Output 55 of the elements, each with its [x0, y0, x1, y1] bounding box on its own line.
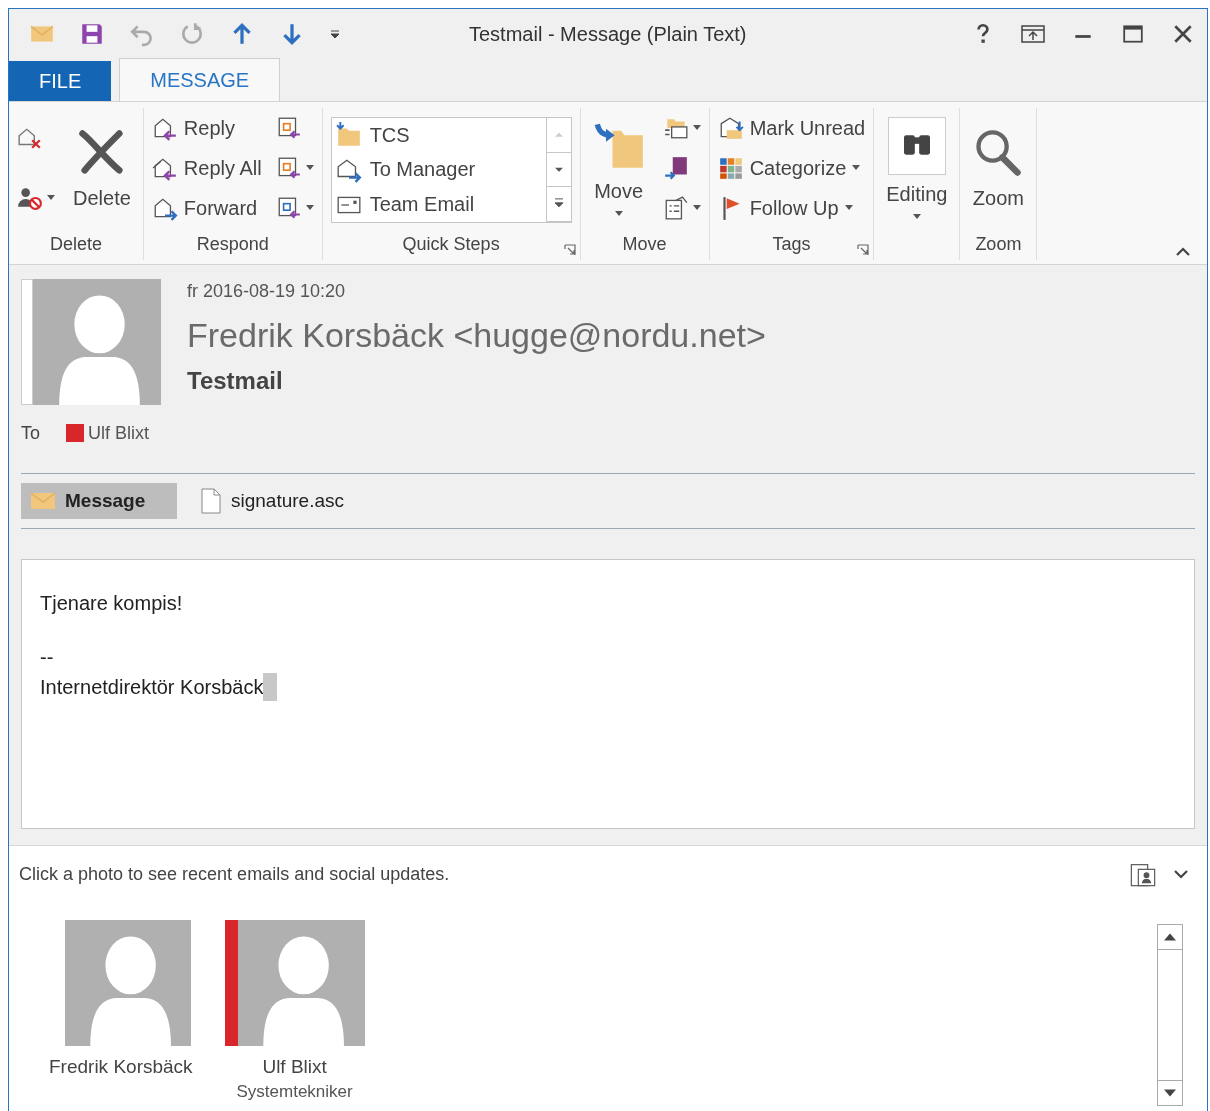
group-label: Zoom — [975, 233, 1022, 255]
group-label: Tags — [772, 233, 811, 255]
ribbon-button[interactable]: Reply — [151, 110, 262, 146]
dialog-launcher-icon[interactable] — [857, 244, 870, 256]
ribbon-display-icon[interactable] — [1021, 23, 1045, 45]
contact-title: Systemtekniker — [236, 1082, 353, 1102]
folder-arrow-icon — [335, 122, 362, 149]
message-body[interactable]: Tjenare kompis! -- Internetdirektör Korsbäck — [21, 559, 1195, 829]
dialog-launcher-icon[interactable] — [563, 244, 576, 256]
people-pane-hint: Click a photo to see recent emails and social updates. — [19, 863, 451, 885]
group-label: Quick Steps — [402, 233, 500, 255]
expand-icon[interactable] — [1173, 869, 1189, 879]
body-text: Internetdirektör Korsbäck — [40, 675, 264, 699]
ribbon-button[interactable]: Forward — [151, 190, 262, 226]
group-label: Respond — [196, 233, 269, 255]
envelope-icon — [31, 492, 55, 510]
group-label: Move — [622, 233, 667, 255]
ribbon-button[interactable]: Mark Unread — [717, 110, 866, 146]
attachment-tab[interactable]: Message — [21, 483, 177, 519]
notebook-icon — [662, 155, 689, 181]
message-subject: Testmail — [187, 367, 284, 395]
body-text: -- — [40, 645, 54, 669]
sent-date: fr 2016-08-19 10:20 — [187, 281, 347, 302]
recipient-name[interactable]: Ulf Blixt — [88, 422, 150, 444]
quick-step[interactable]: To Manager — [335, 157, 546, 183]
color-grid-icon — [717, 155, 744, 181]
quick-step[interactable]: Team Email — [335, 191, 546, 218]
body-text: Tjenare kompis! — [40, 591, 183, 615]
maximize-icon[interactable] — [1121, 23, 1145, 45]
window-title: Testmail - Message (Plain Text) — [469, 22, 748, 46]
text-cursor — [263, 673, 278, 701]
customize-icon[interactable] — [329, 28, 341, 40]
contact-photo[interactable] — [224, 920, 365, 1046]
ribbon-tab[interactable]: MESSAGE — [119, 58, 281, 101]
person-block-icon — [17, 185, 43, 211]
ribbon-button[interactable]: Delete — [69, 126, 135, 210]
quick-step[interactable]: TCS — [335, 122, 546, 149]
binoculars-icon — [887, 116, 946, 175]
ribbon-button[interactable]: Categorize — [717, 150, 866, 186]
ribbon-button[interactable]: Editing — [882, 116, 952, 220]
sender-name[interactable]: Fredrik Korsbäck <hugge@nordu.net> — [187, 316, 766, 355]
to-label: To — [21, 422, 40, 444]
collapse-ribbon-icon[interactable] — [1175, 246, 1191, 256]
ribbon-button[interactable]: Move — [588, 119, 649, 217]
ribbon-button[interactable]: Zoom — [968, 126, 1029, 210]
attachment-tab[interactable]: signature.asc — [191, 483, 354, 519]
contact-name[interactable]: Fredrik Korsbäck — [49, 1056, 193, 1078]
ribbon-tab[interactable]: FILE — [9, 61, 112, 101]
ribbon-button[interactable]: Follow Up — [717, 190, 866, 226]
save-icon[interactable] — [79, 21, 105, 47]
document-icon — [201, 488, 221, 514]
group-label: Delete — [49, 233, 102, 255]
scrollbar[interactable] — [1157, 924, 1183, 1106]
ribbon-button[interactable]: Reply All — [151, 150, 262, 186]
contact-name[interactable]: Ulf Blixt — [262, 1056, 327, 1078]
